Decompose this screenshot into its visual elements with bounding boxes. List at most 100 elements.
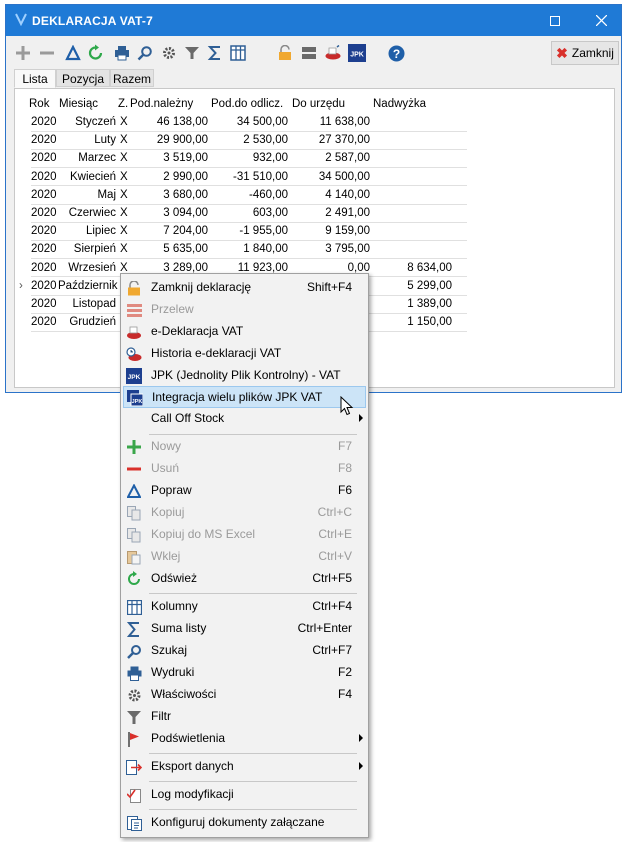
remove-icon [40, 51, 54, 55]
lock-icon [279, 45, 291, 60]
table-cell: -31 510,00 [233, 170, 288, 183]
maximize-icon [550, 15, 560, 26]
menu-item-call-off-stock[interactable]: Call Off Stock [123, 408, 366, 430]
add-icon [16, 46, 30, 60]
menu-item-usun[interactable]: Usuń F8 [123, 458, 366, 480]
menu-item-szukaj[interactable]: Szukaj Ctrl+F7 [123, 640, 366, 662]
edit-button[interactable] [63, 43, 83, 63]
lock-button[interactable] [275, 43, 295, 63]
menu-item-kopiuj-excel[interactable]: Kopiuj do MS Excel Ctrl+E [123, 524, 366, 546]
menu-separator [149, 781, 357, 782]
search-button[interactable] [135, 43, 155, 63]
menu-item-odswiez[interactable]: Odśwież Ctrl+F5 [123, 568, 366, 590]
menu-item-popraw[interactable]: Popraw F6 [123, 480, 366, 502]
menu-item-wlasciwosci[interactable]: Właściwości F4 [123, 684, 366, 706]
lock-icon [126, 280, 142, 296]
search-icon [137, 46, 152, 61]
remove-icon [126, 461, 142, 477]
table-row[interactable]: 2020 Sierpień X 5 635,00 1 840,00 3 795,00 [19, 240, 479, 259]
col-header-pod-nalezny[interactable]: Pod.należny [130, 95, 193, 113]
table-cell: 29 900,00 [156, 134, 208, 147]
table-cell [370, 168, 452, 186]
jpk-button[interactable]: JPK [347, 43, 367, 63]
table-cell: X [120, 243, 128, 256]
history-icon [126, 346, 142, 362]
table-cell: Luty [94, 134, 116, 147]
table-cell: 2020 [31, 116, 57, 128]
table-cell: 2 990,00 [163, 170, 208, 183]
table-cell: 3 795,00 [325, 243, 370, 256]
col-header-z[interactable]: Z. [118, 95, 128, 113]
table-row[interactable]: 2020 Styczeń X 46 138,00 34 500,00 11 638,00 [19, 113, 479, 132]
table-cell: 2020 [31, 243, 57, 256]
menu-item-jpk-vat[interactable]: JPK JPK (Jednolity Plik Kontrolny) - VAT [123, 365, 366, 387]
remove-button[interactable] [37, 43, 57, 63]
menu-item-e-deklaracja[interactable]: e-Deklaracja VAT [123, 321, 366, 343]
columns-button[interactable] [228, 43, 248, 63]
col-header-miesiac[interactable]: Miesiąc [59, 95, 98, 113]
table-cell: 2020 [31, 298, 57, 310]
refresh-icon [88, 44, 103, 60]
table-cell: 4 140,00 [325, 188, 370, 201]
col-header-rok[interactable]: Rok [29, 95, 49, 113]
menu-item-kolumny[interactable]: Kolumny Ctrl+F4 [123, 596, 366, 618]
table-row[interactable]: 2020 Kwiecień X 2 990,00 -31 510,00 34 500,00 [19, 168, 479, 187]
maximize-button[interactable] [532, 5, 578, 36]
menu-item-eksport-danych[interactable]: Eksport danych [123, 756, 366, 778]
window-close-button[interactable] [578, 5, 624, 36]
menu-item-suma-listy[interactable]: Suma listy Ctrl+Enter [123, 618, 366, 640]
help-button[interactable]: ? [386, 43, 406, 63]
columns-icon [230, 45, 246, 61]
close-button-label: Zamknij [571, 46, 614, 60]
submenu-arrow-icon [359, 734, 363, 742]
app-icon [15, 13, 27, 26]
table-row[interactable]: 2020 Lipiec X 7 204,00 -1 955,00 9 159,00 [19, 222, 479, 241]
transfer-icon [126, 302, 142, 318]
table-cell [370, 204, 452, 222]
menu-item-konfiguruj-dokumenty[interactable]: Konfiguruj dokumenty załączane [123, 812, 366, 834]
filter-icon [126, 709, 142, 725]
e-declaration-button[interactable] [323, 43, 343, 63]
menu-item-integracja-jpk[interactable]: JPK Integracja wielu plików JPK VAT [123, 386, 366, 408]
menu-item-wklej[interactable]: Wklej Ctrl+V [123, 546, 366, 568]
tab-pozycja[interactable]: Pozycja [56, 69, 110, 87]
menu-item-log-modyfikacji[interactable]: Log modyfikacji [123, 784, 366, 806]
sum-icon [126, 621, 142, 637]
menu-item-nowy[interactable]: Nowy F7 [123, 436, 366, 458]
menu-item-kopiuj[interactable]: Kopiuj Ctrl+C [123, 502, 366, 524]
menu-item-wydruki[interactable]: Wydruki F2 [123, 662, 366, 684]
col-header-nadwyzka[interactable]: Nadwyżka [373, 95, 426, 113]
table-cell: Marzec [78, 152, 116, 165]
export-icon [126, 759, 142, 775]
menu-item-przelew[interactable]: Przelew [123, 299, 366, 321]
sum-button[interactable] [205, 43, 225, 63]
menu-item-podswietlenia[interactable]: Podświetlenia [123, 728, 366, 750]
print-button[interactable] [112, 43, 132, 63]
table-row[interactable]: 2020 Czerwiec X 3 094,00 603,00 2 491,00 [19, 204, 479, 223]
table-cell [370, 131, 452, 149]
filter-button[interactable] [182, 43, 202, 63]
tab-razem[interactable]: Razem [110, 69, 154, 87]
refresh-button[interactable] [86, 43, 106, 63]
menu-item-historia-e-deklaracji[interactable]: Historia e-deklaracji VAT [123, 343, 366, 365]
menu-item-zamknij-deklaracje[interactable]: Zamknij deklarację Shift+F4 [123, 277, 366, 299]
table-cell: 27 370,00 [318, 134, 370, 147]
settings-button[interactable] [159, 43, 179, 63]
submenu-arrow-icon [359, 762, 363, 770]
table-row[interactable]: 2020 Maj X 3 680,00 -460,00 4 140,00 [19, 186, 479, 205]
table-cell [370, 113, 452, 131]
table-cell: Styczeń [75, 116, 116, 128]
col-header-do-urzedu[interactable]: Do urzędu [292, 95, 345, 113]
table-row[interactable]: 2020 Marzec X 3 519,00 932,00 2 587,00 [19, 149, 479, 168]
table-cell: 2020 [31, 188, 57, 201]
table-cell: 3 519,00 [163, 152, 208, 165]
col-header-pod-do-odlicz[interactable]: Pod.do odlicz. [211, 95, 283, 113]
tab-lista[interactable]: Lista [14, 69, 56, 88]
menu-item-filtr[interactable]: Filtr [123, 706, 366, 728]
transfer-button[interactable] [299, 43, 319, 63]
add-button[interactable] [13, 43, 33, 63]
table-cell: 2020 [31, 225, 57, 238]
close-button[interactable]: ✖ Zamknij [551, 41, 619, 65]
table-row[interactable]: 2020 Luty X 29 900,00 2 530,00 27 370,00 [19, 131, 479, 150]
highlight-flag-icon [126, 731, 142, 747]
